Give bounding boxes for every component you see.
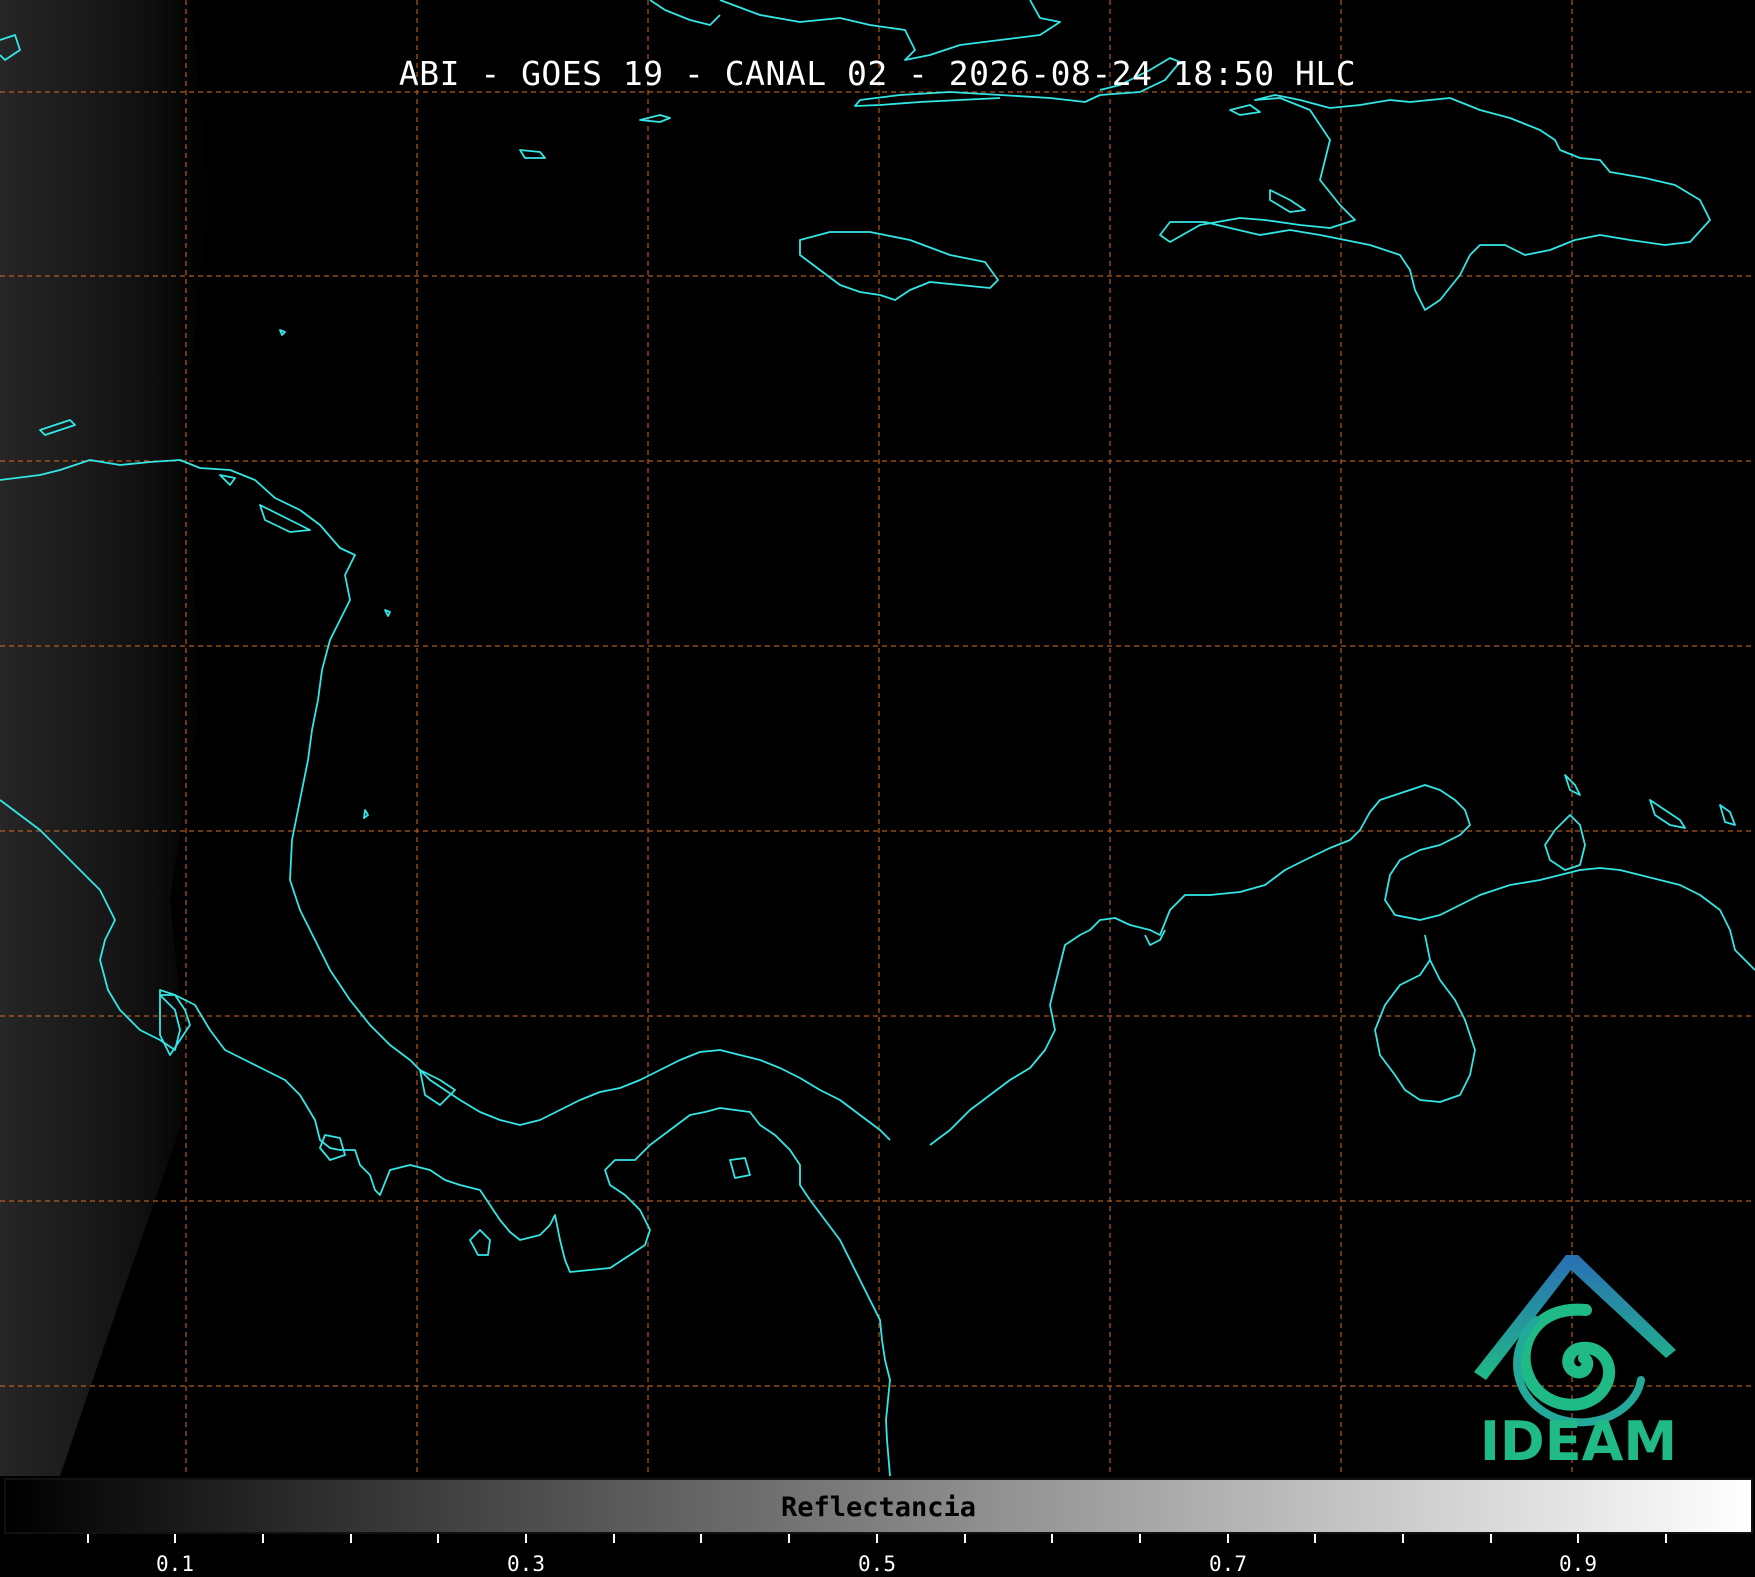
coastline-colombia-caribbean xyxy=(929,784,1755,1146)
coastline-paraguana xyxy=(1544,814,1586,871)
colorbar-tick-label: 0.1 xyxy=(156,1552,194,1576)
coastline-cuba-west xyxy=(649,0,721,26)
coastline-providencia xyxy=(363,809,369,819)
coastlines xyxy=(0,0,1755,1477)
coastline-san-andres xyxy=(384,609,391,617)
map-title: ABI - GOES 19 - CANAL 02 - 2026-08-24 18… xyxy=(398,54,1357,93)
colorbar-tick-marks xyxy=(87,1534,1667,1543)
coastline-swan-islands xyxy=(279,329,286,336)
logo-mountain-roof xyxy=(1474,1255,1676,1380)
colorbar-tick-label: 0.3 xyxy=(507,1552,545,1576)
coastline-cayman xyxy=(519,149,546,159)
cloud-haze-left xyxy=(0,0,210,1476)
coastline-maracaibo-lake xyxy=(1374,934,1476,1103)
colorbar-ticks: 0.1 0.3 0.5 0.7 0.9 xyxy=(0,1534,1755,1577)
coastline-coiba xyxy=(319,1134,346,1161)
coastline-bay-islands xyxy=(259,504,311,533)
coastline-isla-juventud xyxy=(639,114,671,123)
coastline-tortuga xyxy=(1229,104,1261,116)
coastline-hispaniola xyxy=(1159,94,1711,311)
coastline-jamaica xyxy=(799,231,999,301)
colorbar-tick-label: 0.5 xyxy=(858,1552,896,1576)
colorbar-tick-label: 0.9 xyxy=(1559,1552,1597,1576)
colorbar-tick-label: 0.7 xyxy=(1209,1552,1247,1576)
satellite-map xyxy=(0,0,1755,1477)
ideam-logo-text: IDEAM xyxy=(1479,1410,1678,1473)
reflectance-colorbar: Reflectancia xyxy=(4,1478,1753,1534)
coastline-azuero xyxy=(469,1229,491,1256)
coastline-roatan xyxy=(219,474,236,486)
graticule-lines xyxy=(0,0,1755,1476)
coastline-bonaire xyxy=(1719,804,1736,826)
ideam-logo-graphic xyxy=(1474,1255,1676,1427)
colorbar-label: Reflectancia xyxy=(780,1492,977,1523)
coastline-curacao xyxy=(1649,799,1686,829)
coastline-gonave xyxy=(1269,189,1306,213)
coastline-pearl-islands xyxy=(729,1157,751,1179)
